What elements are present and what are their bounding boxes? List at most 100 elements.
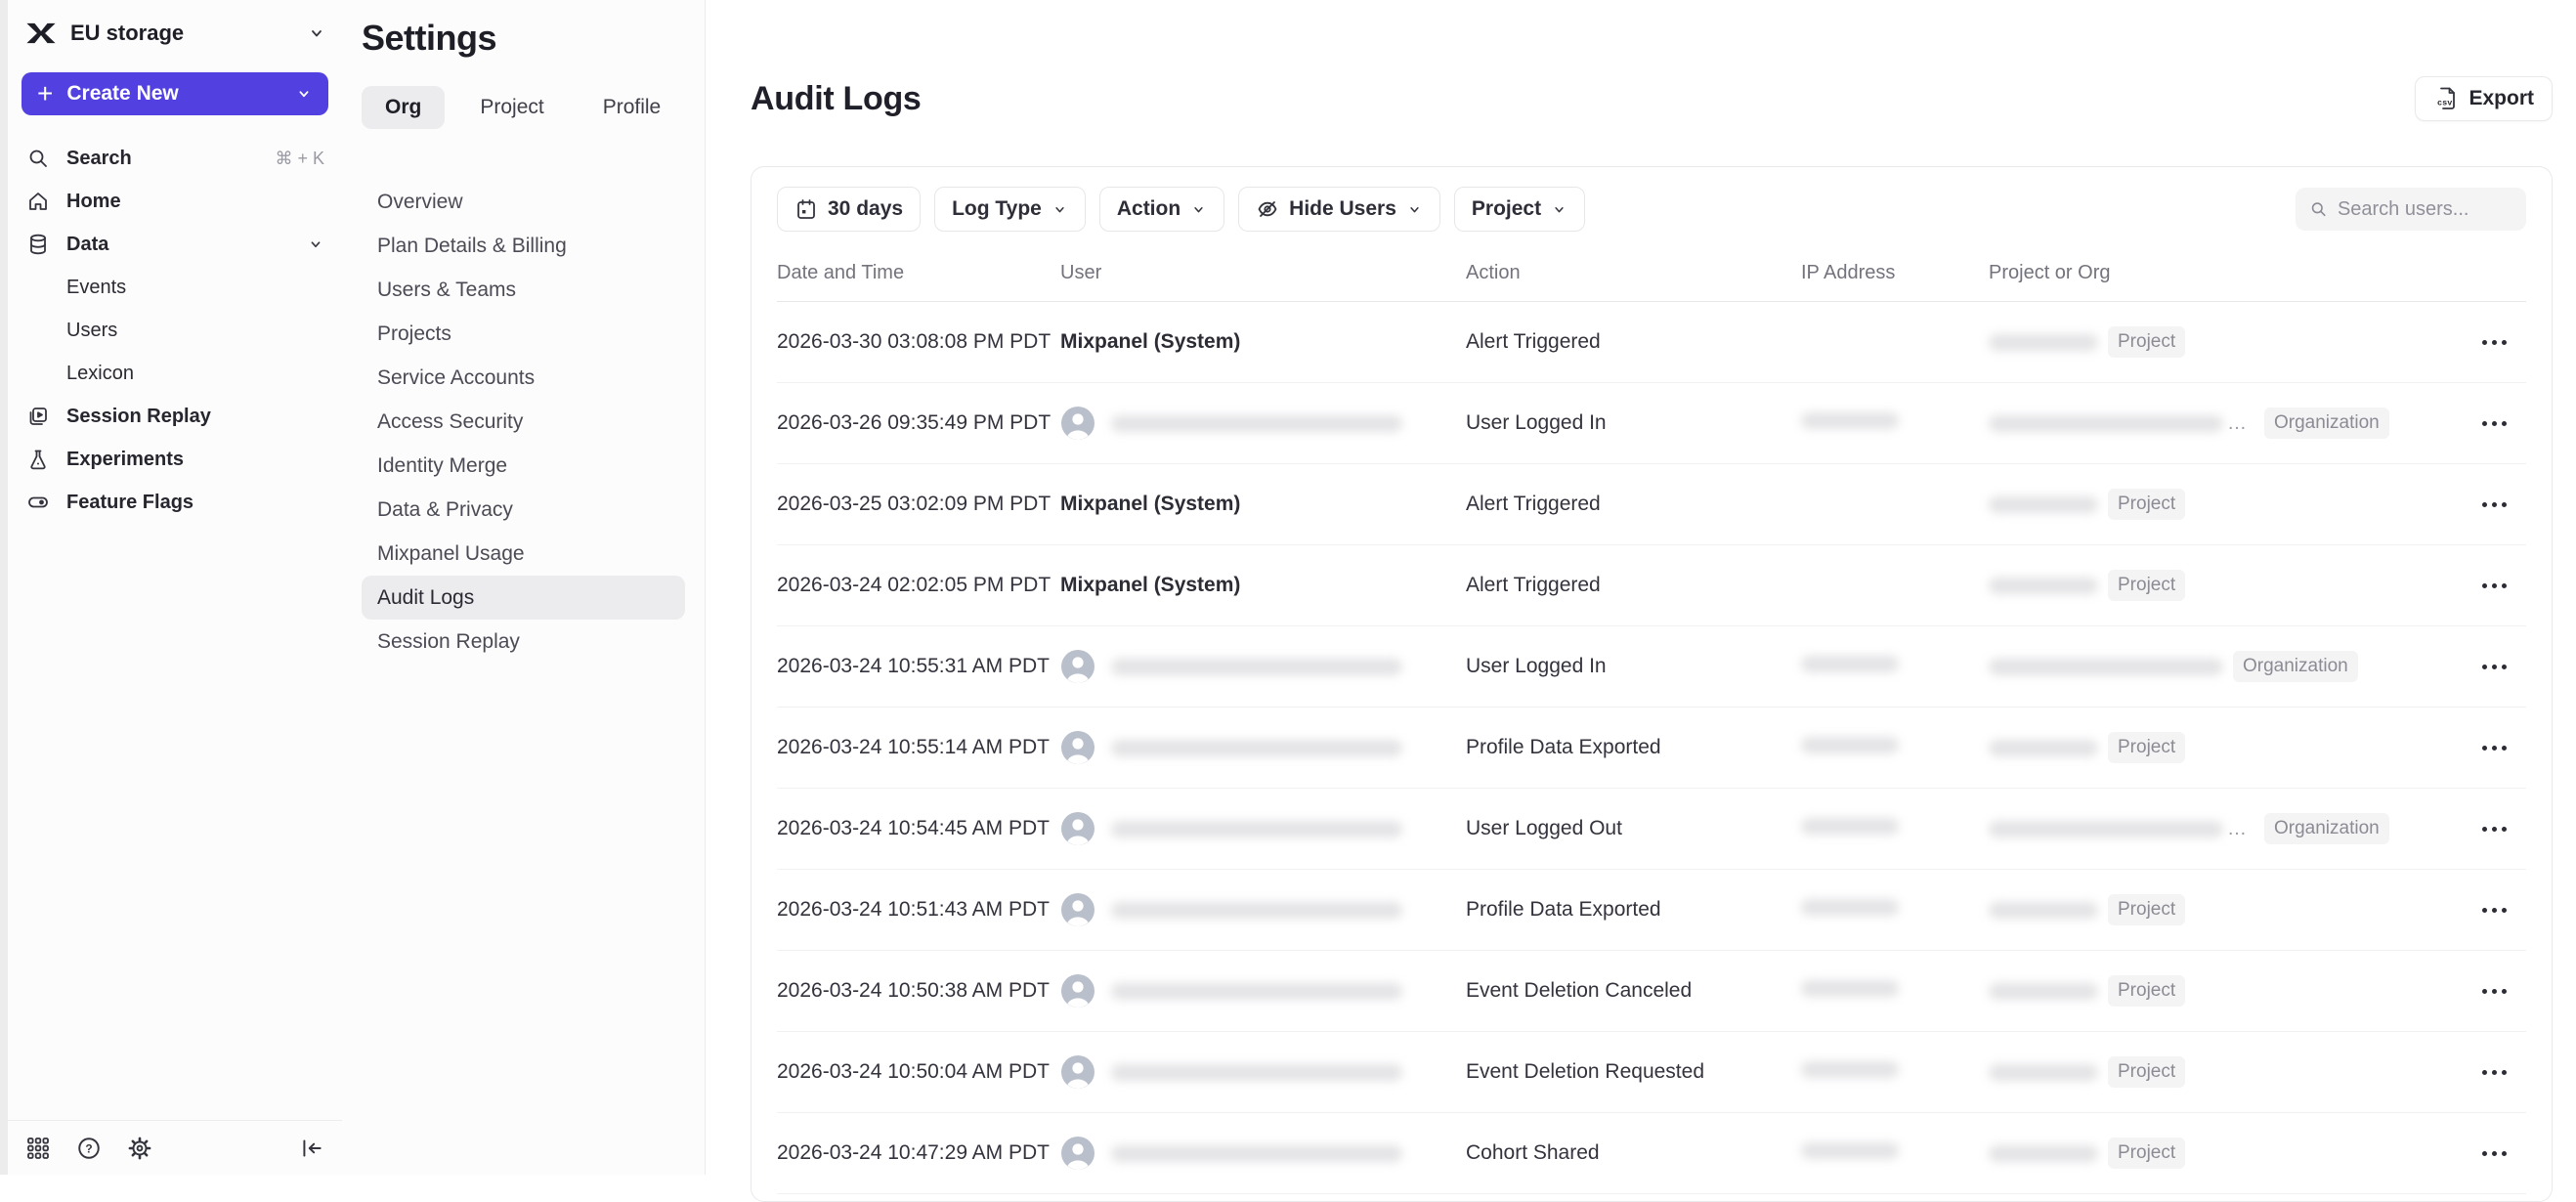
sidebar-item-events[interactable]: Events: [8, 266, 342, 309]
table-row[interactable]: 2026-03-24 10:50:38 AM PDT Event Deletio…: [777, 951, 2526, 1032]
tab-profile[interactable]: Profile: [580, 86, 685, 129]
row-actions-menu-button[interactable]: [2474, 657, 2514, 677]
row-action: Profile Data Exported: [1466, 736, 1801, 759]
table-row[interactable]: 2026-03-24 10:47:29 AM PDT Cohort Shared…: [777, 1113, 2526, 1194]
chevron-down-icon: [1052, 201, 1068, 218]
row-target: … Organization: [1989, 408, 2468, 439]
row-timestamp: 2026-03-24 02:02:05 PM PDT: [777, 574, 1060, 597]
search-users-input[interactable]: [2338, 198, 2512, 221]
row-target: … Organization: [1989, 813, 2468, 844]
row-actions-menu-button[interactable]: [2474, 819, 2514, 839]
table-row[interactable]: 2026-03-24 02:02:05 PM PDT Mixpanel (Sys…: [777, 545, 2526, 626]
help-button[interactable]: ?: [76, 1136, 102, 1161]
row-user: [1060, 730, 1466, 765]
sidebar-footer: ?: [8, 1120, 342, 1175]
apps-grid-button[interactable]: [25, 1136, 51, 1161]
settings-menu-item[interactable]: Users & Teams: [362, 268, 685, 312]
table-row[interactable]: 2026-03-24 10:50:04 AM PDT Event Deletio…: [777, 1032, 2526, 1113]
sidebar-item-users[interactable]: Users: [8, 309, 342, 352]
target-type-badge: Project: [2108, 975, 2185, 1007]
row-ip: [1801, 736, 1989, 759]
row-actions-menu-button[interactable]: [2474, 738, 2514, 758]
user-avatar-icon: [1060, 406, 1095, 441]
table-row[interactable]: 2026-03-24 10:55:14 AM PDT Profile Data …: [777, 708, 2526, 789]
chevron-down-icon: [307, 236, 324, 253]
create-new-button[interactable]: + Create New: [21, 72, 328, 115]
tab-org[interactable]: Org: [362, 86, 445, 129]
column-header: Project or Org: [1989, 262, 2468, 284]
row-actions-menu-button[interactable]: [2474, 981, 2514, 1002]
settings-menu-item[interactable]: Plan Details & Billing: [362, 224, 685, 268]
target-type-badge: Project: [2108, 1138, 2185, 1169]
row-action: Cohort Shared: [1466, 1141, 1801, 1165]
sidebar-item-lexicon[interactable]: Lexicon: [8, 352, 342, 395]
row-actions-menu-button[interactable]: [2474, 494, 2514, 515]
eye-off-icon: [1256, 197, 1279, 221]
column-header: Action: [1466, 262, 1801, 284]
log-type-filter[interactable]: Log Type: [934, 187, 1086, 232]
chevron-down-icon: [1406, 201, 1423, 218]
table-row[interactable]: 2026-03-30 03:08:08 PM PDT Mixpanel (Sys…: [777, 302, 2526, 383]
settings-menu-item[interactable]: Mixpanel Usage: [362, 532, 685, 576]
row-user: [1060, 892, 1466, 927]
row-menu-cell: [2468, 494, 2526, 515]
settings-menu-item[interactable]: Session Replay: [362, 620, 685, 664]
apps-grid-icon: [25, 1136, 51, 1161]
sidebar-item-label: Experiments: [66, 449, 324, 471]
tab-project[interactable]: Project: [456, 86, 567, 129]
sidebar-item-home[interactable]: Home: [8, 180, 342, 223]
row-actions-menu-button[interactable]: [2474, 332, 2514, 353]
redacted-ip-address: [1801, 412, 1899, 429]
row-actions-menu-button[interactable]: [2474, 1143, 2514, 1164]
action-filter[interactable]: Action: [1099, 187, 1224, 232]
project-filter[interactable]: Project: [1454, 187, 1585, 232]
settings-menu-item[interactable]: Data & Privacy: [362, 488, 685, 532]
row-timestamp: 2026-03-24 10:51:43 AM PDT: [777, 898, 1060, 922]
row-actions-menu-button[interactable]: [2474, 900, 2514, 921]
row-ip: [1801, 411, 1989, 435]
settings-menu-item[interactable]: Overview: [362, 180, 685, 224]
row-target: Project: [1989, 489, 2468, 520]
log-type-label: Log Type: [952, 197, 1042, 221]
workspace-switcher[interactable]: EU storage: [8, 0, 342, 51]
sidebar-item-session-replay[interactable]: Session Replay: [8, 395, 342, 438]
redacted-target-name: [1989, 578, 2098, 594]
sidebar-item-label: Users: [66, 320, 117, 342]
date-range-filter[interactable]: 30 days: [777, 187, 921, 232]
row-menu-cell: [2468, 981, 2526, 1002]
table-row[interactable]: 2026-03-24 10:51:43 AM PDT Profile Data …: [777, 870, 2526, 951]
sidebar-item-search[interactable]: Search ⌘ + K: [8, 137, 342, 180]
row-ip: [1801, 979, 1989, 1003]
table-row[interactable]: 2026-03-25 03:02:09 PM PDT Mixpanel (Sys…: [777, 464, 2526, 545]
row-actions-menu-button[interactable]: [2474, 1062, 2514, 1083]
target-type-badge: Project: [2108, 732, 2185, 763]
search-shortcut: ⌘ + K: [275, 149, 324, 169]
settings-menu-item[interactable]: Service Accounts: [362, 356, 685, 400]
row-menu-cell: [2468, 413, 2526, 434]
sidebar-item-experiments[interactable]: Experiments: [8, 438, 342, 481]
export-button[interactable]: csv Export: [2415, 76, 2553, 121]
settings-menu-item[interactable]: Projects: [362, 312, 685, 356]
row-target: Project: [1989, 1056, 2468, 1088]
hide-users-filter[interactable]: Hide Users: [1238, 187, 1440, 232]
redacted-target-name: [1989, 496, 2098, 513]
row-ip: [1801, 1141, 1989, 1165]
sidebar-item-label: Feature Flags: [66, 492, 324, 514]
settings-menu-item[interactable]: Access Security: [362, 400, 685, 444]
row-actions-menu-button[interactable]: [2474, 413, 2514, 434]
row-timestamp: 2026-03-24 10:54:45 AM PDT: [777, 817, 1060, 840]
table-row[interactable]: 2026-03-26 09:35:49 PM PDT User Logged I…: [777, 383, 2526, 464]
table-row[interactable]: 2026-03-24 10:55:31 AM PDT User Logged I…: [777, 626, 2526, 708]
row-timestamp: 2026-03-24 10:55:14 AM PDT: [777, 736, 1060, 759]
sidebar-item-feature-flags[interactable]: Feature Flags: [8, 481, 342, 524]
table-row[interactable]: 2026-03-24 10:54:45 AM PDT User Logged O…: [777, 789, 2526, 870]
settings-gear-button[interactable]: [127, 1136, 152, 1161]
sidebar-item-data[interactable]: Data: [8, 223, 342, 266]
collapse-sidebar-button[interactable]: [299, 1136, 324, 1161]
settings-menu-item[interactable]: Identity Merge: [362, 444, 685, 488]
user-name: Mixpanel (System): [1060, 493, 1240, 516]
settings-menu-item[interactable]: Audit Logs: [362, 576, 685, 620]
row-actions-menu-button[interactable]: [2474, 576, 2514, 596]
search-icon: [2309, 198, 2328, 220]
sidebar-nav: Search ⌘ + K Home Data Events Users Lexi…: [8, 137, 342, 524]
